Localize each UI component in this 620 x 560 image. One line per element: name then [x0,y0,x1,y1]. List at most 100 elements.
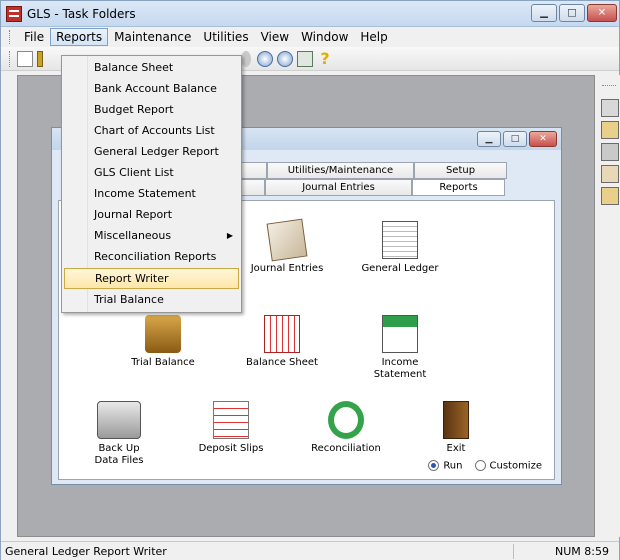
menu-item-general-ledger-report[interactable]: General Ledger Report [64,141,239,162]
ledger-document-icon [382,221,418,259]
task-window-controls: ▁ □ ✕ [477,131,557,147]
tile-label: Trial Balance [131,357,195,368]
run-label: Run [443,460,463,471]
spreadsheet-icon [264,315,300,353]
reconciliation-cycle-icon [328,401,364,439]
side-icon-strip [598,75,620,537]
forward-arrow-icon[interactable] [277,51,293,67]
menu-item-income-statement[interactable]: Income Statement [64,183,239,204]
task-minimize-button[interactable]: ▁ [477,131,501,147]
menu-window[interactable]: Window [295,28,354,46]
submenu-arrow-icon: ▶ [226,231,233,240]
tile-label: Deposit Slips [198,443,264,454]
menu-grip [9,30,12,44]
menu-item-gls-client-list[interactable]: GLS Client List [64,162,239,183]
reports-dropdown-menu: Balance Sheet Bank Account Balance Budge… [61,55,242,313]
maximize-button[interactable]: □ [559,4,585,22]
window-title: GLS - Task Folders [27,7,136,21]
minimize-button[interactable]: ▁ [531,4,557,22]
pencil-icon[interactable] [601,187,619,205]
tile-deposit-slips[interactable]: Deposit Slips [191,401,271,455]
menu-help[interactable]: Help [354,28,393,46]
menu-item-miscellaneous[interactable]: Miscellaneous ▶ [64,225,239,246]
maximize-icon: □ [567,7,577,19]
new-document-icon[interactable] [17,51,33,67]
tab-journal-entries[interactable]: Journal Entries [265,179,412,196]
run-option[interactable]: Run [428,459,463,471]
tile-label: Exit [446,443,466,454]
statement-document-icon [382,315,418,353]
status-bar: General Ledger Report Writer NUM 8:59 [1,541,619,560]
open-folder-icon[interactable] [37,51,43,67]
tile-label: General Ledger [361,263,439,274]
settings-icon[interactable] [601,99,619,117]
camera-icon[interactable] [601,143,619,161]
tile-label: Reconciliation [311,443,381,454]
menu-file[interactable]: File [18,28,50,46]
task-maximize-button[interactable]: □ [503,131,527,147]
task-close-button[interactable]: ✕ [529,131,557,147]
toolbar-grip [9,51,12,67]
menu-item-trial-balance[interactable]: Trial Balance [64,289,239,310]
tool-icon[interactable] [241,51,251,67]
menu-item-chart-of-accounts-list[interactable]: Chart of Accounts List [64,120,239,141]
app-logo-icon [6,6,22,22]
tab-utilities-maintenance[interactable]: Utilities/Maintenance [267,162,414,179]
scales-icon [145,315,181,353]
minimize-icon: ▁ [485,134,493,144]
tile-exit[interactable]: Exit [421,401,491,455]
menu-maintenance[interactable]: Maintenance [108,28,197,46]
menu-utilities[interactable]: Utilities [197,28,254,46]
tile-back-up-data-files[interactable]: Back Up Data Files [79,401,159,467]
close-button[interactable]: ✕ [587,4,617,22]
tile-label: Income Statement [373,357,427,380]
status-message: General Ledger Report Writer [5,545,167,558]
menu-item-balance-sheet[interactable]: Balance Sheet [64,57,239,78]
tile-label: Back Up Data Files [94,443,144,466]
menu-view[interactable]: View [255,28,295,46]
help-question-icon[interactable]: ? [317,51,333,67]
menu-bar: File Reports Maintenance Utilities View … [1,27,619,47]
menu-item-bank-account-balance[interactable]: Bank Account Balance [64,78,239,99]
tile-income-statement[interactable]: Income Statement [357,315,443,381]
num-lock-indicator: NUM [555,545,581,558]
run-radio[interactable] [428,459,440,471]
deposit-slip-icon [213,401,249,439]
close-icon: ✕ [597,7,607,19]
menu-item-report-writer[interactable]: Report Writer [64,268,239,289]
tab-setup[interactable]: Setup [414,162,507,179]
tab-reports[interactable]: Reports [412,179,505,196]
tile-balance-sheet[interactable]: Balance Sheet [239,315,325,369]
tile-reconciliation[interactable]: Reconciliation [303,401,389,455]
maximize-icon: □ [510,134,520,144]
backup-drive-icon [97,401,141,439]
menu-item-budget-report[interactable]: Budget Report [64,99,239,120]
window-controls: ▁ □ ✕ [531,4,617,22]
customize-option[interactable]: Customize [474,459,543,471]
calculator-icon[interactable] [297,51,313,67]
tile-journal-entries[interactable]: Journal Entries [247,218,327,275]
tools-icon[interactable] [601,165,619,183]
journal-book-icon [266,218,308,262]
edit-icon[interactable] [601,121,619,139]
customize-label: Customize [489,460,543,471]
menu-item-reconciliation-reports[interactable]: Reconciliation Reports [64,246,239,267]
mode-radio-group: Run Customize [428,459,543,471]
menu-item-journal-report[interactable]: Journal Report [64,204,239,225]
minimize-icon: ▁ [540,7,548,19]
strip-grip [602,85,616,86]
menu-item-label: Miscellaneous [94,229,172,242]
status-indicators: NUM 8:59 [555,545,609,558]
back-arrow-icon[interactable] [257,51,273,67]
tile-general-ledger[interactable]: General Ledger [357,221,443,275]
tile-label: Balance Sheet [246,357,318,368]
status-time: 8:59 [584,545,609,558]
tile-trial-balance[interactable]: Trial Balance [123,315,203,369]
menu-reports[interactable]: Reports [50,28,109,46]
close-icon: ✕ [539,134,547,144]
exit-door-icon [443,401,469,439]
title-bar: GLS - Task Folders ▁ □ ✕ [1,1,619,27]
status-separator [513,544,514,559]
tile-label: Journal Entries [250,263,324,274]
customize-radio[interactable] [474,459,486,471]
